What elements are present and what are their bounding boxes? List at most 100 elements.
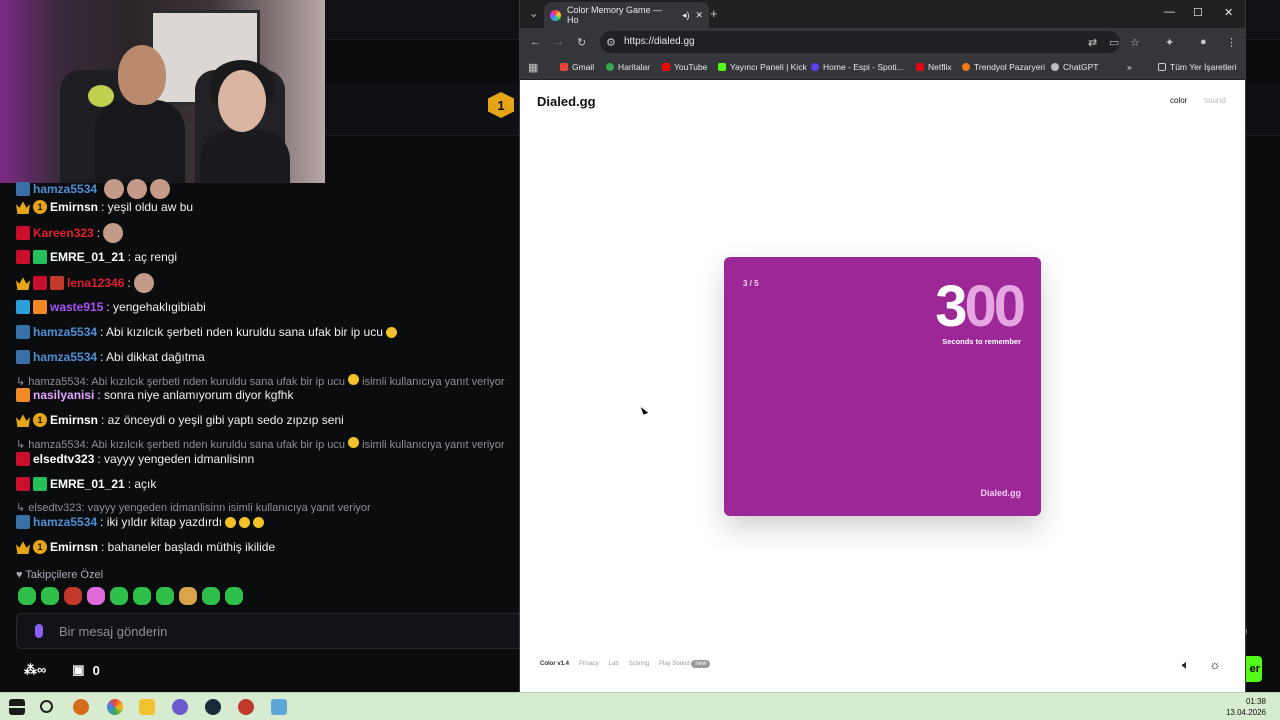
sub-badge-icon: 1 (33, 413, 47, 427)
folder-icon[interactable] (139, 699, 155, 715)
emote-button[interactable] (133, 587, 151, 605)
app-icon[interactable] (271, 699, 287, 715)
countdown-digit: 3 (935, 274, 967, 339)
chat-message: hamza5534 : Abi dikkat dağıtma (16, 350, 205, 364)
chat-message-input[interactable]: Bir mesaj gönderin (16, 613, 526, 649)
chat-username[interactable]: EMRE_01_21 (50, 477, 125, 491)
all-bookmarks[interactable]: Tüm Yer İşaretleri (1158, 62, 1237, 72)
discord-icon[interactable] (172, 699, 188, 715)
chat-text: : iki yıldır kitap yazdırdı (100, 515, 223, 529)
netflix-icon (916, 63, 924, 71)
chat-text: : (127, 276, 131, 290)
browser-tab[interactable]: Color Memory Game — Ho ◂) ✕ (544, 2, 709, 28)
forward-icon[interactable]: → (553, 36, 564, 48)
address-bar[interactable]: https://dialed.gg (600, 31, 1120, 53)
bookmark-trendyol[interactable]: Trendyol Pazaryeri (962, 62, 1045, 72)
footer-privacy[interactable]: Privacy (579, 661, 599, 667)
bookmark-gmail[interactable]: Gmail (560, 62, 594, 72)
bookmark-youtube[interactable]: YouTube (662, 62, 707, 72)
badge-icon (33, 300, 47, 314)
microphone-icon[interactable] (35, 624, 43, 638)
emote-button[interactable] (225, 587, 243, 605)
chat-username[interactable]: hamza5534 (33, 350, 97, 364)
site-logo[interactable]: Dialed.gg (537, 94, 596, 109)
chrome-icon[interactable] (107, 699, 123, 715)
bookmark-maps[interactable]: Haritalar (606, 62, 650, 72)
emote-button[interactable] (87, 587, 105, 605)
chat-username[interactable]: elsedtv323 (33, 452, 94, 466)
chat-username[interactable]: Kareen323 (33, 226, 94, 240)
search-icon[interactable] (40, 700, 53, 713)
theme-sun-icon[interactable]: ☼ (1209, 657, 1221, 672)
nav-sound[interactable]: sound (1204, 96, 1226, 105)
footer-scoring[interactable]: Scoring (629, 661, 649, 667)
emote-button[interactable] (202, 587, 220, 605)
color-card: 3 / 5 300 Seconds to remember Dialed.gg (724, 257, 1041, 516)
chat-username[interactable]: Emirnsn (50, 540, 98, 554)
chat-username[interactable]: nasilyanisi (33, 388, 94, 402)
emote-icon (133, 273, 154, 293)
more-bookmarks-icon[interactable]: » (1127, 62, 1132, 72)
chat-text: : aç rengi (127, 250, 178, 264)
followers-only-text: Takipçilere Özel (25, 569, 104, 581)
emoji-icon (348, 374, 360, 385)
translate-icon[interactable]: ⇄ (1088, 36, 1097, 49)
reply-text: hamza5534: Abi kızılcık şerbeti nden kur… (28, 439, 346, 451)
emote-button[interactable] (64, 587, 82, 605)
speaker-icon[interactable]: ◂) (682, 10, 690, 21)
new-tab-icon[interactable]: + (710, 6, 718, 21)
nav-color[interactable]: color (1170, 96, 1187, 105)
emote-button[interactable] (179, 587, 197, 605)
steam-icon[interactable] (205, 699, 221, 715)
countdown-subtitle: Seconds to remember (942, 337, 1021, 346)
chat-username[interactable]: EMRE_01_21 (50, 250, 125, 264)
volume-icon[interactable]: 🔈︎ (1182, 657, 1190, 673)
start-icon[interactable] (9, 699, 25, 715)
back-icon[interactable]: ← (530, 36, 541, 48)
menu-icon[interactable]: ⋮ (1226, 36, 1237, 49)
emote-button[interactable] (110, 587, 128, 605)
system-clock[interactable]: 01:38 13.04.2026 (1226, 696, 1266, 718)
emote-button[interactable] (41, 587, 59, 605)
maximize-icon[interactable]: ☐ (1193, 6, 1203, 19)
reply-arrow-icon: ↳ (16, 502, 29, 514)
points-icon[interactable]: ⁂∞ (24, 662, 46, 678)
tab-search-icon[interactable]: ⌄ (529, 7, 538, 20)
emote-picker-row (18, 587, 243, 605)
site-info-icon[interactable]: ⚙ (606, 36, 616, 49)
footer-lab[interactable]: Lab (609, 661, 619, 667)
chat-username[interactable]: Emirnsn (50, 413, 98, 427)
footer-play-sound[interactable]: Play Sound new (659, 660, 711, 668)
profile-icon[interactable]: ● (1200, 36, 1207, 48)
close-window-icon[interactable]: ✕ (1224, 6, 1233, 19)
chat-username[interactable]: hamza5534 (33, 325, 97, 339)
windows-taskbar: 01:38 13.04.2026 (0, 692, 1280, 720)
app-icon[interactable] (238, 699, 254, 715)
bookmark-spotify[interactable]: Home - Espi - Spoti... (811, 62, 904, 72)
emote-button[interactable] (18, 587, 36, 605)
chat-input-placeholder: Bir mesaj gönderin (59, 624, 168, 639)
apps-grid-icon[interactable]: ▦ (528, 61, 538, 74)
followers-only-label: ♥ Takipçilere Özel (16, 569, 103, 581)
bookmark-chatgpt[interactable]: ChatGPT (1051, 62, 1098, 72)
reply-text: hamza5534: Abi kızılcık şerbeti nden kur… (28, 376, 346, 388)
url-text: https://dialed.gg (624, 36, 695, 47)
play-sound-label: Play Sound (659, 661, 690, 667)
chat-username[interactable]: waste915 (50, 300, 103, 314)
chat-username[interactable]: hamza5534 (33, 182, 97, 196)
chat-username[interactable]: hamza5534 (33, 515, 97, 529)
chat-username[interactable]: Emirnsn (50, 200, 98, 214)
chat-username[interactable]: lena12346 (67, 276, 124, 290)
cast-icon[interactable]: ▭ (1109, 36, 1119, 49)
bookmark-netflix[interactable]: Netflix (916, 62, 952, 72)
extensions-icon[interactable]: ✦ (1165, 36, 1174, 49)
app-icon[interactable] (73, 699, 89, 715)
new-badge: new (691, 660, 711, 668)
emote-button[interactable] (156, 587, 174, 605)
bookmark-star-icon[interactable]: ☆ (1130, 36, 1140, 49)
close-tab-icon[interactable]: ✕ (695, 10, 703, 21)
minimize-icon[interactable]: — (1164, 6, 1175, 18)
reload-icon[interactable]: ↻ (577, 36, 586, 49)
bookmark-kick[interactable]: Yayıncı Paneli | Kick (718, 62, 807, 72)
gift-icon[interactable]: ▣ (72, 662, 84, 678)
